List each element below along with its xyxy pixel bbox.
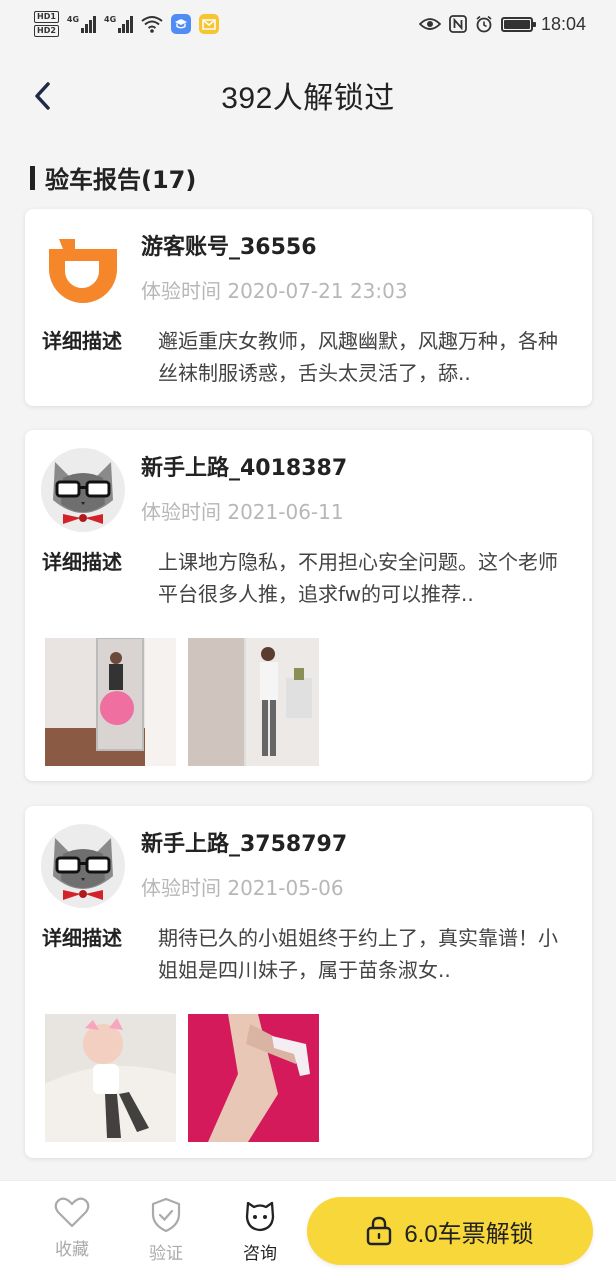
shield-check-icon [151, 1197, 181, 1233]
chat-cat-icon [245, 1201, 275, 1232]
avatar [41, 227, 125, 311]
tab-label: 咨询 [243, 1244, 277, 1264]
tab-label: 收藏 [55, 1240, 89, 1260]
avatar [41, 448, 125, 532]
description-text: 上课地方隐私，不用担心安全问题。这个老师平台很多人推，追求fw的可以推荐.. [158, 550, 558, 606]
time-label: 体验时间 [141, 876, 221, 900]
report-time-row: 体验时间 2020-07-21 23:03 [141, 275, 408, 304]
unlock-button-label: 6.0车票解锁 [404, 1220, 534, 1248]
time-value: 2020-07-21 23:03 [227, 279, 408, 303]
status-time: 18:04 [540, 13, 586, 34]
section-marker [30, 165, 35, 190]
study-app-icon [171, 14, 192, 34]
mirror-selfie-photo[interactable] [45, 638, 176, 766]
description-text: 邂逅重庆女教师，风趣幽默，风趣万种，各种丝袜制服诱惑，舌头太灵活了，舔.. [158, 329, 558, 385]
hd-badges: HD1 HD2 [34, 11, 59, 37]
section-title: 验车报告(17) [45, 166, 197, 194]
report-username: 新手上路_3758797 [141, 832, 348, 857]
cat-with-glasses-avatar [41, 448, 125, 532]
orange-d-logo-avatar [41, 227, 125, 311]
time-value: 2021-05-06 [227, 876, 344, 900]
hd-badge: HD1 [34, 11, 59, 23]
chevron-left-icon [35, 82, 50, 110]
time-value: 2021-06-11 [227, 500, 344, 524]
signal-icon: 4G [66, 15, 97, 33]
time-label: 体验时间 [141, 279, 221, 303]
network-type-label: 4G [104, 15, 117, 24]
tab-label: 验证 [149, 1244, 183, 1264]
description-label: 详细描述 [42, 329, 122, 353]
signal-icon: 4G [104, 15, 134, 33]
bottom-action-bar: 收藏 验证 咨询 6.0车票解锁 [0, 1180, 616, 1280]
network-type-label: 4G [66, 15, 80, 24]
cat-with-glasses-avatar [41, 824, 125, 908]
app-screen: HD1 HD2 4G 4G 18:04 392人解锁过 验车报告(17) 游客账… [0, 0, 616, 1280]
mail-app-icon [199, 14, 220, 34]
mirror-selfie-photo-2[interactable] [188, 638, 319, 766]
battery-icon [500, 16, 536, 32]
fishnet-stockings-photo[interactable] [45, 1014, 176, 1142]
tab-favorite[interactable]: 收藏 [42, 1197, 102, 1260]
report-time-row: 体验时间 2021-06-11 [141, 496, 344, 525]
description-label: 详细描述 [42, 550, 122, 574]
tab-verify[interactable]: 验证 [136, 1197, 196, 1264]
report-username: 新手上路_4018387 [141, 456, 348, 481]
description-text: 期待已久的小姐姐终于约上了，真实靠谱！小姐姐是四川妹子，属于苗条淑女.. [158, 926, 558, 982]
status-bar-right: 18:04 [418, 13, 586, 35]
unlock-button[interactable]: 6.0车票解锁 [307, 1197, 593, 1265]
eye-icon [418, 18, 441, 30]
page-header: 392人解锁过 [0, 62, 616, 128]
hd-badge: HD2 [34, 25, 59, 37]
page-title: 392人解锁过 [221, 82, 395, 115]
report-card[interactable]: 游客账号_36556 体验时间 2020-07-21 23:03 详细描述 邂逅… [25, 209, 592, 406]
tab-consult[interactable]: 咨询 [230, 1197, 290, 1264]
report-time-row: 体验时间 2021-05-06 [141, 872, 344, 901]
alarm-icon [476, 15, 492, 33]
avatar [41, 824, 125, 908]
heels-legs-photo[interactable] [188, 1014, 319, 1142]
lock-icon [367, 1216, 392, 1246]
photo-strip [45, 638, 319, 766]
report-username: 游客账号_36556 [141, 235, 317, 260]
back-button[interactable] [22, 76, 62, 116]
nfc-icon [449, 15, 467, 33]
description-label: 详细描述 [42, 926, 122, 950]
report-card[interactable]: 新手上路_4018387 体验时间 2021-06-11 详细描述 上课地方隐私… [25, 430, 592, 781]
status-bar: HD1 HD2 4G 4G 18:04 [0, 0, 616, 48]
section-heading: 验车报告(17) [30, 160, 196, 195]
time-label: 体验时间 [141, 500, 221, 524]
photo-strip [45, 1014, 319, 1142]
report-card[interactable]: 新手上路_3758797 体验时间 2021-05-06 详细描述 期待已久的小… [25, 806, 592, 1158]
status-bar-left: HD1 HD2 4G 4G [34, 11, 220, 37]
heart-icon [54, 1197, 90, 1228]
wifi-icon [141, 16, 163, 33]
